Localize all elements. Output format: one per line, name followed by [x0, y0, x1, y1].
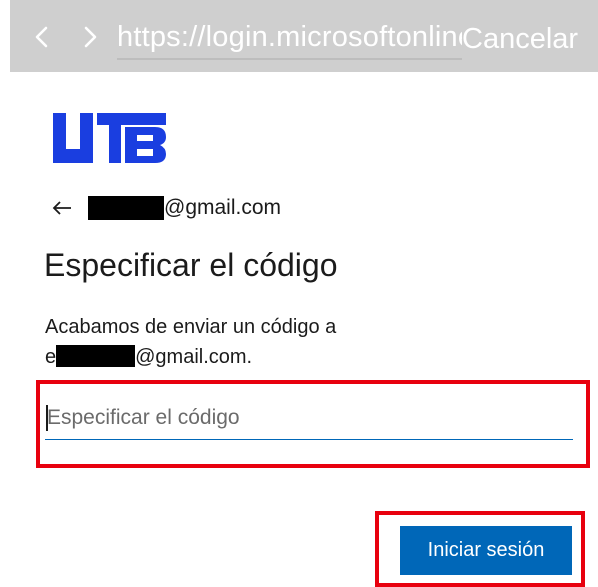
identity-back-button[interactable]	[52, 196, 76, 220]
chevron-right-icon	[84, 26, 97, 48]
identity-email: @gmail.com	[164, 196, 282, 219]
redacted-email-user	[88, 196, 164, 220]
cancel-button[interactable]: Cancelar	[462, 18, 578, 60]
identity-row: @gmail.com	[52, 193, 281, 223]
browser-back-button[interactable]	[24, 20, 58, 54]
chevron-left-icon	[35, 26, 48, 48]
arrow-left-icon	[52, 201, 71, 215]
url-text: https://login.microsoftonline.com	[117, 21, 462, 53]
browser-forward-button[interactable]	[74, 20, 108, 54]
redacted-email-user-2	[56, 345, 136, 367]
utb-logo	[53, 113, 166, 163]
page-title: Especificar el código	[44, 247, 338, 283]
text-caret	[46, 405, 48, 431]
url-bar[interactable]: https://login.microsoftonline.com	[117, 16, 462, 60]
signin-button[interactable]: Iniciar sesión	[400, 526, 572, 575]
code-input[interactable]	[45, 396, 573, 440]
description: Acabamos de enviar un código a e @gmail.c…	[45, 312, 465, 372]
description-email-prefix: e	[45, 346, 57, 368]
description-line2: e @gmail.com.	[45, 342, 465, 372]
description-line1: Acabamos de enviar un código a	[45, 316, 337, 338]
description-email-suffix: @gmail.com.	[135, 346, 253, 368]
